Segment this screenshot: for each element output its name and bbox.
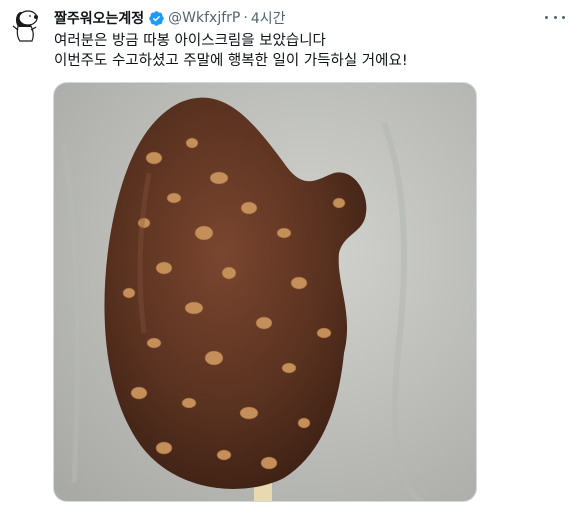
tweet-text: 여러분은 방금 따봉 아이스크림을 보았습니다 이번주도 수고하셨고 주말에 행…	[54, 31, 408, 71]
display-name[interactable]: 짤주워오는계정	[54, 8, 144, 28]
avatar[interactable]	[6, 6, 44, 44]
ice-cream-photo	[54, 83, 476, 501]
verified-badge-icon	[148, 10, 165, 27]
user-handle[interactable]: @WkfxjfrP	[168, 10, 240, 26]
timestamp[interactable]: 4시간	[251, 8, 286, 28]
tweet-header: 짤주워오는계정 @WkfxjfrP · 4시간	[54, 8, 285, 28]
tweet-photo[interactable]	[53, 82, 477, 502]
more-options-icon[interactable]	[545, 10, 565, 24]
tweet-text-line-1: 여러분은 방금 따봉 아이스크림을 보았습니다	[54, 33, 326, 49]
snoopy-avatar-icon	[6, 6, 44, 44]
tweet-text-line-2: 이번주도 수고하셨고 주말에 행복한 일이 가득하실 거에요!	[54, 53, 408, 69]
tweet: 짤주워오는계정 @WkfxjfrP · 4시간 여러분은 방금 따봉 아이스크림…	[0, 0, 579, 510]
separator-dot: ·	[243, 10, 248, 26]
